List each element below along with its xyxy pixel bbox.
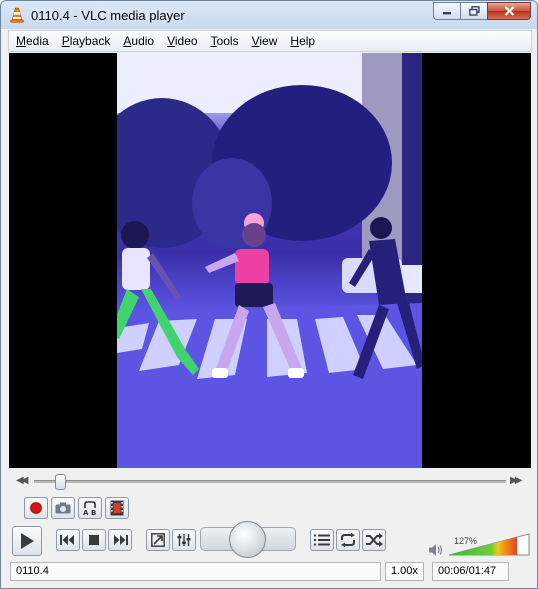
snapshot-icon [55, 502, 71, 514]
menu-video[interactable]: Video [160, 31, 203, 51]
maximize-button[interactable] [460, 2, 487, 20]
menu-playback[interactable]: Playback [55, 31, 117, 51]
play-button[interactable] [12, 526, 42, 556]
menu-view[interactable]: View [245, 31, 284, 51]
status-time[interactable]: 00:06/01:47 [432, 562, 509, 581]
title-bar[interactable]: 0110.4 - VLC media player [1, 1, 537, 30]
video-frame [117, 53, 422, 468]
seek-forward-icon[interactable]: ▶▶ [510, 475, 523, 486]
status-bar: 0110.4 1.00x 00:06/01:47 [8, 562, 532, 582]
frame-slider-knob[interactable] [229, 521, 266, 558]
menu-help[interactable]: Help [283, 31, 321, 51]
record-button[interactable] [24, 497, 48, 519]
fullscreen-button[interactable] [146, 529, 170, 551]
fullscreen-icon [151, 533, 165, 547]
previous-button[interactable] [56, 529, 80, 551]
vlc-window: 0110.4 - VLC media player Media Playback… [0, 0, 538, 589]
seek-handle[interactable] [55, 474, 67, 490]
volume-level-fill [449, 534, 517, 555]
extended-settings-button[interactable] [172, 529, 196, 551]
svg-text:A: A [83, 509, 89, 516]
minimize-icon [443, 12, 451, 15]
play-icon [21, 533, 34, 549]
frame-by-frame-button[interactable] [105, 497, 129, 519]
close-button[interactable] [487, 2, 531, 20]
loop-icon [341, 533, 355, 547]
frame-slider[interactable] [200, 521, 296, 558]
next-button[interactable] [108, 529, 132, 551]
caption-buttons [433, 2, 531, 20]
shuffle-icon [366, 533, 383, 547]
snapshot-button[interactable] [51, 497, 75, 519]
video-area[interactable] [9, 53, 531, 468]
menu-bar: Media Playback Audio Video Tools View He… [8, 30, 532, 52]
loop-ab-icon: A B [83, 501, 96, 516]
previous-icon [60, 535, 74, 545]
minimize-button[interactable] [433, 2, 460, 20]
svg-text:B: B [91, 509, 96, 516]
status-playback-speed[interactable]: 1.00x [385, 562, 424, 581]
loop-button[interactable] [336, 529, 360, 551]
video-frame-image [117, 53, 422, 468]
shuffle-button[interactable] [362, 529, 386, 551]
extended-settings-icon [177, 534, 191, 546]
speaker-icon[interactable] [428, 543, 444, 557]
playlist-icon [314, 534, 330, 546]
record-icon [30, 502, 42, 514]
status-file-name: 0110.4 [10, 562, 381, 581]
restore-icon [468, 6, 480, 16]
window-title: 0110.4 - VLC media player [31, 8, 185, 23]
stop-icon [89, 535, 99, 545]
playlist-button[interactable] [310, 529, 334, 551]
menu-media[interactable]: Media [9, 31, 55, 51]
seek-back-icon[interactable]: ◀◀ [16, 475, 29, 486]
stop-button[interactable] [82, 529, 106, 551]
frame-by-frame-icon [110, 500, 124, 516]
next-icon [114, 535, 128, 545]
menu-audio[interactable]: Audio [116, 31, 160, 51]
seek-bar[interactable] [34, 480, 506, 483]
volume-slider[interactable] [448, 533, 530, 557]
menu-tools[interactable]: Tools [204, 31, 245, 51]
vlc-cone-icon [10, 7, 24, 23]
close-icon [504, 6, 514, 16]
controls-panel: ◀◀ ▶▶ A B 127% [8, 469, 532, 561]
loop-ab-button[interactable]: A B [78, 497, 102, 519]
